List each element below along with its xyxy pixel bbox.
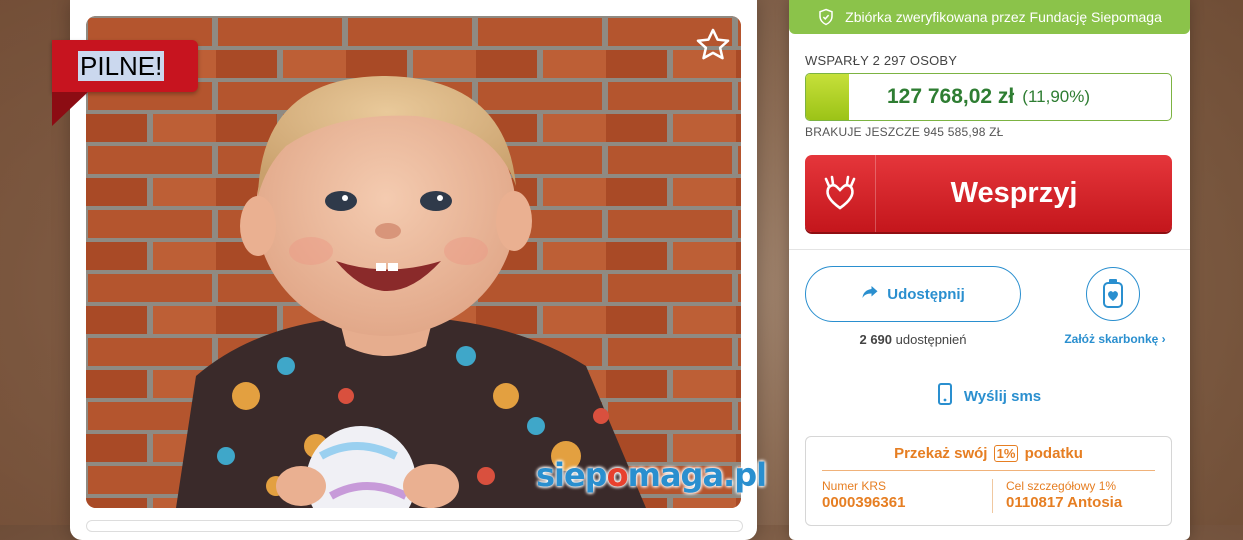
tax-column-divider	[992, 479, 993, 513]
divider	[789, 249, 1190, 250]
send-sms-link[interactable]: Wyślij sms	[789, 383, 1190, 409]
funding-progress-bar: 127 768,02 zł (11,90%)	[805, 73, 1172, 121]
goal-value: 0110817 Antosia	[1006, 494, 1123, 511]
piggy-bank-icon[interactable]	[1086, 267, 1140, 321]
shield-check-icon	[817, 8, 835, 26]
verified-text: Zbiórka zweryfikowana przez Fundację Sie…	[845, 9, 1162, 25]
sms-label: Wyślij sms	[963, 387, 1042, 405]
urgent-label: PILNE!	[78, 51, 165, 81]
tax-title: Przekaż swój 1% podatku	[806, 445, 1171, 462]
donation-panel: Zbiórka zweryfikowana przez Fundację Sie…	[789, 0, 1190, 540]
tax-title-after: podatku	[1024, 445, 1083, 462]
media-bottom-bar	[86, 520, 743, 532]
create-piggy-bank-link[interactable]: Załóż skarbonkę ›	[1055, 332, 1175, 346]
share-button[interactable]: Udostępnij	[805, 266, 1021, 322]
krs-value: 0000396361	[822, 494, 906, 511]
favorite-star-icon[interactable]	[692, 24, 734, 66]
urgent-ribbon: PILNE!	[52, 40, 198, 126]
supporters-count: WSPARŁY 2 297 OSOBY	[805, 53, 958, 68]
goal-block: Cel szczegółowy 1% 0110817 Antosia	[1006, 479, 1122, 511]
tax-one-percent-box: Przekaż swój 1% podatku Numer KRS 000039…	[805, 436, 1172, 526]
watermark-part1: siep	[536, 456, 608, 494]
siepomaga-watermark-logo: siep o maga.pl	[536, 454, 767, 496]
tax-title-percent: 1%	[993, 445, 1019, 462]
share-count-number: 2 690	[859, 332, 893, 347]
phone-icon	[937, 383, 952, 409]
tax-separator	[822, 470, 1155, 471]
watermark-part3: maga.pl	[627, 456, 767, 494]
share-count-label: udostępnień	[895, 332, 967, 347]
goal-label: Cel szczegółowy 1%	[1006, 479, 1117, 493]
krs-label: Numer KRS	[822, 479, 887, 493]
missing-amount: BRAKUJE JESZCZE 945 585,98 ZŁ	[805, 125, 1004, 139]
tax-title-before: Przekaż swój	[894, 445, 988, 462]
donate-label: Wesprzyj	[950, 177, 1078, 209]
raised-percent: (11,90%)	[1022, 87, 1090, 106]
verified-banner: Zbiórka zweryfikowana przez Fundację Sie…	[789, 0, 1190, 34]
watermark-part2: o	[606, 456, 629, 494]
donate-button[interactable]: Wesprzyj	[805, 155, 1172, 232]
share-label: Udostępnij	[887, 285, 965, 303]
heart-hands-icon	[805, 155, 876, 232]
share-count: 2 690 udostępnień	[805, 332, 1021, 347]
krs-block: Numer KRS 0000396361	[822, 479, 905, 511]
ribbon-fold	[52, 92, 88, 126]
share-arrow-icon	[861, 284, 879, 304]
raised-amount: 127 768,02 zł	[887, 85, 1015, 108]
